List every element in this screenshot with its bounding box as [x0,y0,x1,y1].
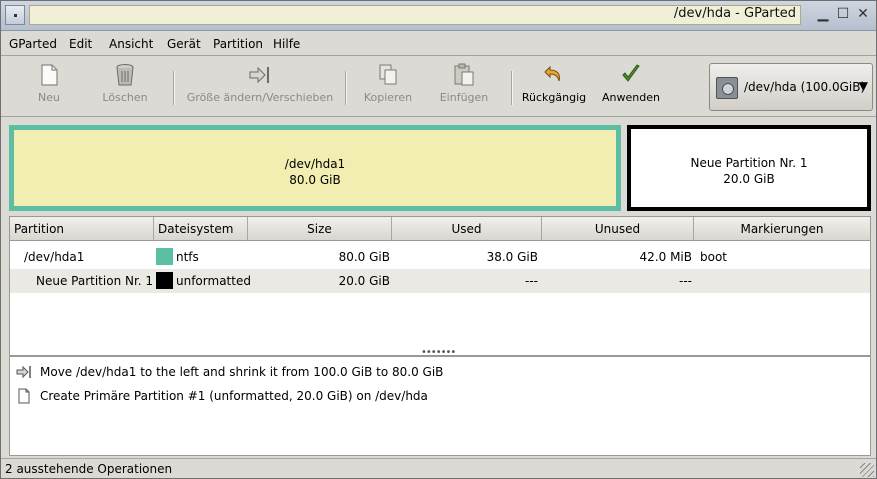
trash-icon [116,64,134,86]
toolbar-separator [173,71,175,105]
undo-button[interactable]: Rückgängig [519,63,589,104]
toolbar-separator [345,71,347,105]
partition-table: Partition Dateisystem Size Used Unused M… [9,216,871,356]
toolbar-separator [511,71,513,105]
cell-filesystem: ntfs [176,250,199,264]
cell-unused: 42.0 MiB [639,250,692,264]
paste-icon [454,63,474,86]
graph-partition-name: Neue Partition Nr. 1 [690,156,808,170]
column-header-size[interactable]: Size [248,217,392,241]
graph-partition-size: 80.0 GiB [289,173,341,187]
menu-partition[interactable]: Partition [213,37,263,51]
menu-help[interactable]: Hilfe [273,37,300,51]
delete-button[interactable]: Löschen [97,63,153,104]
new-button[interactable]: Neu [31,63,67,104]
resize-move-button[interactable]: Größe ändern/Verschieben [185,63,335,104]
graph-partition-new[interactable]: Neue Partition Nr. 1 20.0 GiB [627,125,871,211]
status-bar: 2 ausstehende Operationen [1,458,876,478]
filesystem-color-swatch [156,248,173,265]
undo-icon [544,65,560,82]
graph-partition-name: /dev/hda1 [284,157,346,171]
cell-size: 20.0 GiB [338,274,390,288]
copy-button[interactable]: Kopieren [361,63,415,104]
cell-partition: Neue Partition Nr. 1 [36,274,154,288]
device-selector[interactable]: /dev/hda (100.0GiB) ▼ [709,63,873,111]
menu-device[interactable]: Gerät [167,37,201,51]
column-header-unused[interactable]: Unused [542,217,694,241]
apply-button[interactable]: Anwenden [599,63,663,104]
window-menu-button[interactable] [5,5,25,25]
checkmark-icon [622,64,640,82]
resize-move-icon [249,66,269,84]
graph-partition-hda1[interactable]: /dev/hda1 80.0 GiB [9,125,621,211]
cell-flags: boot [700,250,728,264]
cell-used: 38.0 GiB [486,250,538,264]
harddisk-icon [716,77,738,99]
partition-graph: /dev/hda1 80.0 GiB Neue Partition Nr. 1 … [9,125,871,211]
cell-filesystem: unformatted [176,274,251,288]
maximize-icon[interactable]: ☐ [834,7,852,23]
table-row[interactable]: Neue Partition Nr. 1 unformatted 20.0 Gi… [10,269,870,293]
minimize-icon[interactable]: ▁ [814,7,832,23]
paste-button[interactable]: Einfügen [437,63,491,104]
status-text: 2 ausstehende Operationen [5,462,173,476]
window-title: /dev/hda - GParted [673,6,796,21]
menu-edit[interactable]: Edit [69,37,92,51]
menu-gparted[interactable]: GParted [9,37,57,51]
close-icon[interactable]: ✕ [854,7,872,23]
cell-size: 80.0 GiB [338,250,390,264]
column-header-filesystem[interactable]: Dateisystem [154,217,248,241]
filesystem-color-swatch [156,272,173,289]
toolbar: Neu Löschen Größe ändern/Verschieben Kop… [1,57,876,117]
resize-move-icon [16,365,31,379]
gparted-window: /dev/hda - GParted ▁ ☐ ✕ GParted Edit An… [0,0,877,479]
new-document-icon [41,64,58,86]
table-header: Partition Dateisystem Size Used Unused M… [10,217,870,241]
cell-used: --- [525,274,538,288]
table-row[interactable]: /dev/hda1 ntfs 80.0 GiB 38.0 GiB 42.0 Mi… [10,245,870,269]
operations-list: Move /dev/hda1 to the left and shrink it… [9,356,871,456]
column-header-partition[interactable]: Partition [10,217,154,241]
menu-bar: GParted Edit Ansicht Gerät Partition Hil… [1,32,876,56]
title-bar[interactable]: /dev/hda - GParted ▁ ☐ ✕ [1,1,876,31]
column-header-flags[interactable]: Markierungen [694,217,870,241]
resize-grip-icon[interactable] [860,463,874,477]
column-header-used[interactable]: Used [392,217,542,241]
cell-unused: --- [679,274,692,288]
cell-partition: /dev/hda1 [24,250,85,264]
copy-icon [379,64,397,85]
dropdown-arrow-icon: ▼ [858,79,868,93]
menu-view[interactable]: Ansicht [109,37,153,51]
graph-partition-size: 20.0 GiB [723,172,775,186]
new-partition-icon [18,388,30,404]
